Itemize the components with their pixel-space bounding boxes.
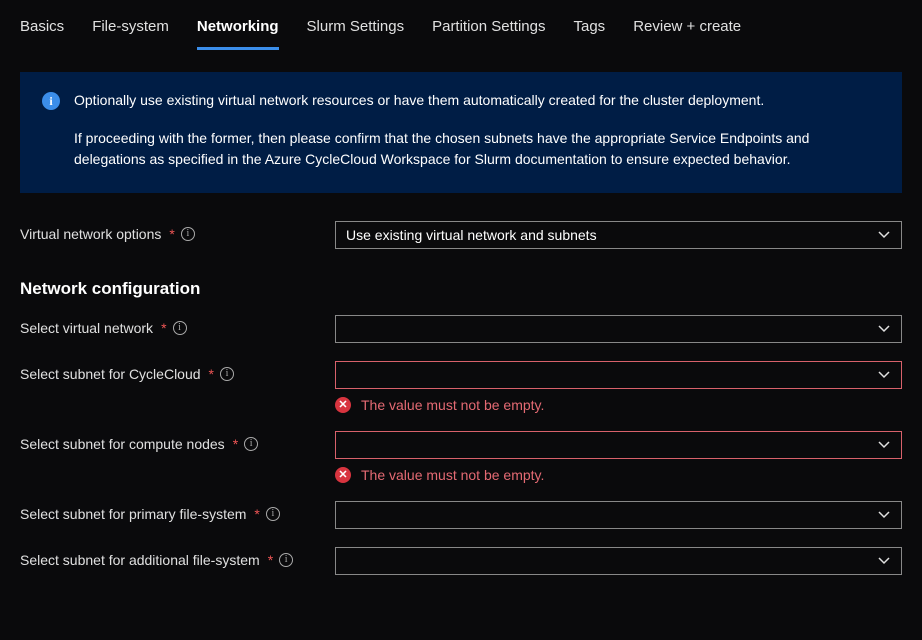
help-icon[interactable]: i	[279, 553, 293, 567]
help-icon[interactable]: i	[244, 437, 258, 451]
required-indicator: *	[161, 320, 166, 336]
row-vnet-options: Virtual network options * i Use existing…	[20, 221, 902, 249]
tab-partition-settings[interactable]: Partition Settings	[432, 18, 545, 50]
required-indicator: *	[268, 552, 273, 568]
info-text-2: If proceeding with the former, then plea…	[74, 128, 880, 171]
info-content: Optionally use existing virtual network …	[74, 90, 880, 171]
tab-slurm-settings[interactable]: Slurm Settings	[307, 18, 405, 50]
label-subnet-cyclecloud: Select subnet for CycleCloud * i	[20, 361, 335, 382]
label-vnet-options: Virtual network options * i	[20, 221, 335, 242]
info-banner: i Optionally use existing virtual networ…	[20, 72, 902, 193]
chevron-down-icon	[877, 554, 891, 568]
chevron-down-icon	[877, 508, 891, 522]
select-subnet-cyclecloud[interactable]	[335, 361, 902, 389]
help-icon[interactable]: i	[181, 227, 195, 241]
row-subnet-primary-fs: Select subnet for primary file-system * …	[20, 501, 902, 529]
chevron-down-icon	[877, 322, 891, 336]
label-subnet-compute: Select subnet for compute nodes * i	[20, 431, 335, 452]
info-icon: i	[42, 92, 60, 171]
required-indicator: *	[254, 506, 259, 522]
row-select-vnet: Select virtual network * i	[20, 315, 902, 343]
error-message: ✕ The value must not be empty.	[335, 467, 902, 483]
row-subnet-cyclecloud: Select subnet for CycleCloud * i ✕ The v…	[20, 361, 902, 413]
help-icon[interactable]: i	[266, 507, 280, 521]
tab-tags[interactable]: Tags	[574, 18, 606, 50]
required-indicator: *	[169, 226, 174, 242]
select-subnet-additional-fs[interactable]	[335, 547, 902, 575]
select-value: Use existing virtual network and subnets	[346, 227, 597, 243]
chevron-down-icon	[877, 228, 891, 242]
tab-filesystem[interactable]: File-system	[92, 18, 169, 50]
chevron-down-icon	[877, 438, 891, 452]
tab-basics[interactable]: Basics	[20, 18, 64, 50]
label-select-vnet: Select virtual network * i	[20, 315, 335, 336]
error-icon: ✕	[335, 467, 351, 483]
help-icon[interactable]: i	[173, 321, 187, 335]
error-message: ✕ The value must not be empty.	[335, 397, 902, 413]
help-icon[interactable]: i	[220, 367, 234, 381]
section-network-configuration: Network configuration	[20, 279, 902, 299]
select-subnet-primary-fs[interactable]	[335, 501, 902, 529]
info-text-1: Optionally use existing virtual network …	[74, 90, 880, 112]
error-icon: ✕	[335, 397, 351, 413]
row-subnet-compute: Select subnet for compute nodes * i ✕ Th…	[20, 431, 902, 483]
tab-networking[interactable]: Networking	[197, 18, 279, 50]
select-subnet-compute[interactable]	[335, 431, 902, 459]
select-virtual-network[interactable]	[335, 315, 902, 343]
required-indicator: *	[233, 436, 238, 452]
label-subnet-additional-fs: Select subnet for additional file-system…	[20, 547, 335, 568]
label-subnet-primary-fs: Select subnet for primary file-system * …	[20, 501, 335, 522]
row-subnet-additional-fs: Select subnet for additional file-system…	[20, 547, 902, 575]
required-indicator: *	[209, 366, 214, 382]
chevron-down-icon	[877, 368, 891, 382]
tab-review-create[interactable]: Review + create	[633, 18, 741, 50]
tab-bar: Basics File-system Networking Slurm Sett…	[20, 0, 902, 50]
select-vnet-options[interactable]: Use existing virtual network and subnets	[335, 221, 902, 249]
